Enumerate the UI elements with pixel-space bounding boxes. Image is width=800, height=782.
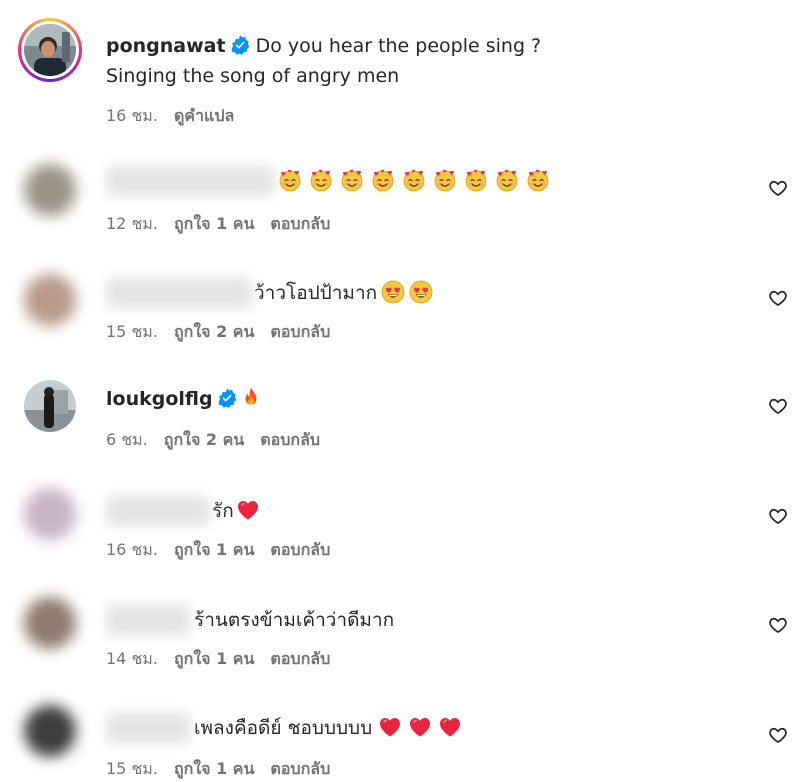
- heart-outline-icon[interactable]: [768, 506, 788, 526]
- smiling-face-with-hearts-emoji: [278, 168, 302, 192]
- smiling-face-with-hearts-emoji: [371, 168, 395, 192]
- blurred-username[interactable]: [106, 713, 190, 743]
- likes-count[interactable]: ถูกใจ 1 คน: [174, 540, 254, 559]
- smiling-face-with-hearts-emoji: [526, 168, 550, 192]
- comment-time: 16 ชม.: [106, 540, 158, 559]
- avatar[interactable]: [24, 380, 76, 432]
- likes-count[interactable]: ถูกใจ 1 คน: [174, 649, 254, 668]
- comment-time: 6 ชม.: [106, 430, 148, 449]
- avatar[interactable]: [24, 705, 76, 757]
- caption-text-line2: Singing the song of angry men: [106, 65, 400, 87]
- likes-count[interactable]: ถูกใจ 2 คน: [164, 430, 244, 449]
- smiling-face-with-hearts-emoji: [433, 168, 457, 192]
- comment-time: 15 ชม.: [106, 759, 158, 778]
- verified-badge-icon: [230, 35, 250, 55]
- smiling-face-with-hearts-emoji: [309, 168, 333, 192]
- red-heart-emoji: [438, 715, 462, 739]
- likes-count[interactable]: ถูกใจ 2 คน: [174, 322, 254, 341]
- comments-panel: pongnawat Do you hear the people sing ? S…: [0, 0, 800, 779]
- reply-button[interactable]: ตอบกลับ: [270, 759, 330, 778]
- comment-username[interactable]: loukgolflg: [106, 388, 213, 410]
- story-ring-avatar[interactable]: [18, 18, 82, 82]
- caption-text: Do you hear the people sing ?: [255, 35, 542, 57]
- likes-count[interactable]: ถูกใจ 1 คน: [174, 214, 254, 233]
- smiling-face-with-hearts-emoji: [402, 168, 426, 192]
- smiling-face-with-hearts-emoji: [495, 168, 519, 192]
- red-heart-emoji: [408, 715, 432, 739]
- reply-button[interactable]: ตอบกลับ: [270, 540, 330, 559]
- reply-button[interactable]: ตอบกลับ: [260, 430, 320, 449]
- heart-outline-icon[interactable]: [768, 178, 788, 198]
- comment-time: 14 ชม.: [106, 649, 158, 668]
- avatar[interactable]: [24, 164, 76, 216]
- verified-badge-icon: [217, 388, 237, 408]
- heart-outline-icon[interactable]: [768, 396, 788, 416]
- smiling-face-with-hearts-emoji: [340, 168, 364, 192]
- reply-button[interactable]: ตอบกลับ: [270, 649, 330, 668]
- heart-eyes-emoji: [381, 280, 405, 304]
- blurred-username[interactable]: [106, 278, 252, 308]
- avatar[interactable]: [24, 597, 76, 649]
- likes-count[interactable]: ถูกใจ 1 คน: [174, 759, 254, 778]
- reply-button[interactable]: ตอบกลับ: [270, 322, 330, 341]
- blurred-username[interactable]: [106, 166, 274, 196]
- see-translation-link[interactable]: ดูคำแปล: [174, 106, 234, 125]
- comment-time: 15 ชม.: [106, 322, 158, 341]
- blurred-username[interactable]: [106, 496, 210, 526]
- comment-text: ว้าวโอปป้ามาก: [254, 281, 378, 304]
- comment-time: 12 ชม.: [106, 214, 158, 233]
- red-heart-emoji: [378, 715, 402, 739]
- heart-outline-icon[interactable]: [768, 288, 788, 308]
- avatar[interactable]: [24, 274, 76, 326]
- reply-button[interactable]: ตอบกลับ: [270, 214, 330, 233]
- red-heart-emoji: [236, 498, 260, 522]
- comment-text: รัก: [212, 499, 234, 522]
- comment-text: ร้านตรงข้ามเค้าว่าดีมาก: [194, 608, 395, 631]
- comment-emojis: [278, 170, 557, 192]
- heart-outline-icon[interactable]: [768, 725, 788, 745]
- avatar: [24, 24, 76, 76]
- post-time: 16 ชม.: [106, 106, 158, 125]
- blurred-username[interactable]: [106, 605, 190, 635]
- heart-eyes-emoji: [409, 280, 433, 304]
- fire-emoji: [239, 386, 263, 410]
- heart-outline-icon[interactable]: [768, 615, 788, 635]
- smiling-face-with-hearts-emoji: [464, 168, 488, 192]
- avatar[interactable]: [24, 488, 76, 540]
- post-username[interactable]: pongnawat: [106, 35, 226, 57]
- comment-text: เพลงคือดีย์ ชอบบบบบ: [194, 716, 373, 739]
